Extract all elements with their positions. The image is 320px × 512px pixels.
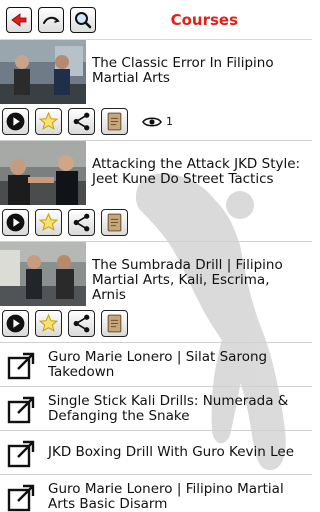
open-link-icon bbox=[4, 479, 40, 512]
play-icon bbox=[6, 314, 25, 333]
notes-button[interactable] bbox=[101, 108, 128, 135]
list-item[interactable]: Single Stick Kali Drills: Numerada & Def… bbox=[0, 387, 312, 431]
play-button[interactable] bbox=[2, 310, 29, 337]
favorite-button[interactable] bbox=[35, 310, 62, 337]
home-button[interactable] bbox=[38, 6, 64, 33]
eye-icon bbox=[142, 116, 162, 127]
favorite-button[interactable] bbox=[35, 108, 62, 135]
back-button[interactable] bbox=[6, 6, 32, 33]
star-icon bbox=[38, 212, 59, 231]
play-button[interactable] bbox=[2, 108, 29, 135]
video-title[interactable]: The Classic Error In Filipino Martial Ar… bbox=[92, 56, 306, 86]
header-bar: Courses bbox=[0, 0, 312, 40]
notepad-icon bbox=[107, 314, 122, 333]
video-item[interactable]: The Sumbrada Drill | Filipino Martial Ar… bbox=[0, 242, 312, 343]
open-link-icon bbox=[4, 347, 40, 383]
video-actions: 1 bbox=[2, 108, 173, 135]
app: Courses The Classic Error In Filipino Ma… bbox=[0, 0, 312, 512]
list-item-title[interactable]: Guro Marie Lonero | Filipino Martial Art… bbox=[48, 481, 312, 512]
open-link-icon bbox=[4, 391, 40, 427]
list-item-title[interactable]: JKD Boxing Drill With Guro Kevin Lee bbox=[48, 445, 294, 460]
view-count-value: 1 bbox=[166, 115, 173, 128]
list-item[interactable]: Guro Marie Lonero | Silat Sarong Takedow… bbox=[0, 343, 312, 387]
video-item[interactable]: Attacking the Attack JKD Style: Jeet Kun… bbox=[0, 141, 312, 242]
play-icon bbox=[6, 112, 25, 131]
open-link-icon bbox=[4, 435, 40, 471]
list-item[interactable]: JKD Boxing Drill With Guro Kevin Lee bbox=[0, 431, 312, 475]
page-title: Courses bbox=[170, 10, 238, 29]
list-item[interactable]: Guro Marie Lonero | Filipino Martial Art… bbox=[0, 475, 312, 512]
video-title[interactable]: Attacking the Attack JKD Style: Jeet Kun… bbox=[92, 157, 306, 187]
play-icon bbox=[6, 213, 25, 232]
video-item[interactable]: The Classic Error In Filipino Martial Ar… bbox=[0, 40, 312, 141]
share-icon bbox=[73, 314, 90, 333]
notepad-icon bbox=[107, 112, 122, 131]
share-button[interactable] bbox=[68, 310, 95, 337]
share-icon bbox=[73, 112, 90, 131]
video-thumbnail[interactable] bbox=[0, 242, 86, 306]
notes-button[interactable] bbox=[101, 310, 128, 337]
thumbnail-image bbox=[0, 40, 86, 104]
notes-button[interactable] bbox=[101, 209, 128, 236]
video-actions bbox=[2, 310, 134, 337]
share-button[interactable] bbox=[68, 108, 95, 135]
share-button[interactable] bbox=[68, 209, 95, 236]
play-button[interactable] bbox=[2, 209, 29, 236]
video-actions bbox=[2, 209, 134, 236]
back-arrow-icon bbox=[11, 12, 27, 27]
share-icon bbox=[73, 213, 90, 232]
video-thumbnail[interactable] bbox=[0, 40, 86, 104]
video-title[interactable]: The Sumbrada Drill | Filipino Martial Ar… bbox=[92, 258, 306, 303]
thumbnail-image bbox=[0, 242, 86, 306]
video-thumbnail[interactable] bbox=[0, 141, 86, 205]
notepad-icon bbox=[107, 213, 122, 232]
thumbnail-image bbox=[0, 141, 86, 205]
view-count: 1 bbox=[142, 115, 173, 129]
home-icon bbox=[43, 16, 60, 24]
list-item-title[interactable]: Single Stick Kali Drills: Numerada & Def… bbox=[48, 393, 312, 424]
search-icon bbox=[75, 11, 92, 28]
favorite-button[interactable] bbox=[35, 209, 62, 236]
search-button[interactable] bbox=[70, 6, 96, 33]
star-icon bbox=[38, 111, 59, 130]
list-item-title[interactable]: Guro Marie Lonero | Silat Sarong Takedow… bbox=[48, 349, 312, 380]
star-icon bbox=[38, 313, 59, 332]
